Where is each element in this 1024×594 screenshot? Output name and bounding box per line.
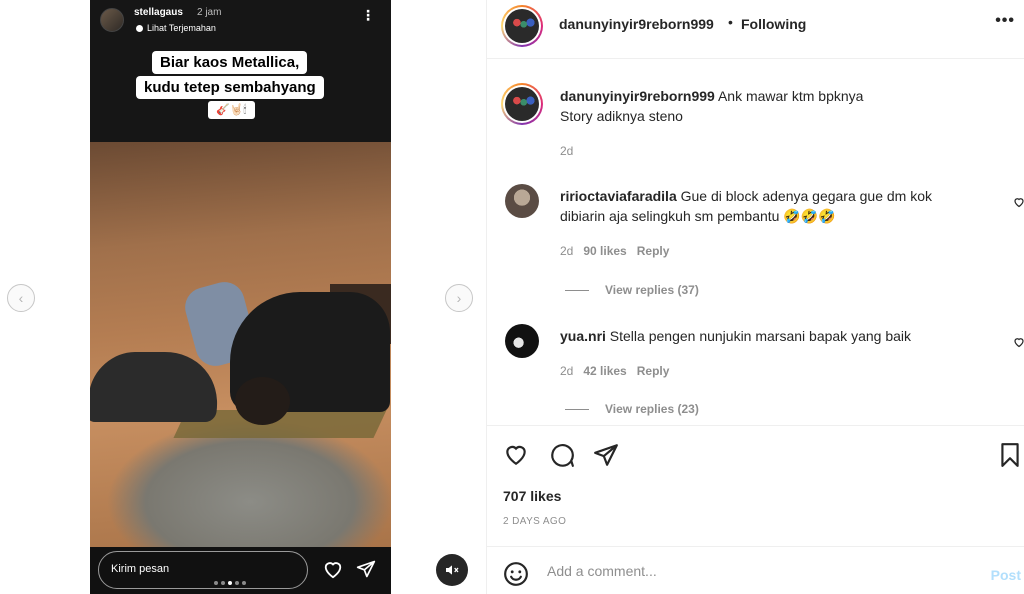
story-header-area: stellagaus 2 jam Lihat Terjemahan ⋮ Biar… [90, 0, 391, 142]
header-username[interactable]: danunyinyir9reborn999 [559, 16, 714, 32]
bookmark-icon[interactable] [999, 442, 1021, 468]
view-replies-button[interactable]: View replies (37) [565, 283, 699, 297]
speaker-muted-icon [446, 565, 459, 575]
avatar-inner [503, 85, 541, 123]
story-message-input: Kirim pesan [98, 551, 308, 589]
photo-person-head [235, 377, 290, 425]
previous-button[interactable]: ‹ [7, 284, 35, 312]
story-caption-line1: Biar kaos Metallica, [152, 51, 308, 74]
comments-list[interactable]: danunyinyir9reborn999 Ank mawar ktm bpkn… [487, 60, 1024, 424]
header-separator: • [728, 14, 733, 30]
story-translate-label: Lihat Terjemahan [147, 23, 216, 33]
avatar-inner [503, 7, 541, 45]
following-button[interactable]: Following [741, 16, 806, 32]
story-caption-emoji: 🎸🤘🏻🕯 [208, 101, 255, 119]
avatar-image [505, 87, 539, 121]
comment-avatar[interactable] [505, 324, 539, 358]
chevron-left-icon: ‹ [18, 290, 24, 306]
comment-line2: dibiarin aja selingkuh sm pembantu 🤣🤣🤣 [560, 208, 836, 224]
like-heart-icon[interactable] [503, 442, 529, 466]
story-progress-dots [214, 581, 246, 585]
comment-text: yua.nri Stella pengen nunjukin marsani b… [560, 326, 980, 346]
comment-age: 2d [560, 244, 574, 258]
view-replies-button[interactable]: View replies (23) [565, 402, 699, 416]
instagram-post-modal: ‹ stellagaus 2 jam Lihat Terjemahan ⋮ Bi… [0, 0, 1024, 594]
post-details-panel: danunyinyir9reborn999 • Following ••• da… [486, 0, 1024, 594]
comment-line1: Stella pengen nunjukin marsani bapak yan… [609, 328, 912, 344]
comment-meta: 2d 90 likes Reply [560, 244, 669, 258]
reply-button[interactable]: Reply [637, 364, 670, 378]
add-comment-bar: Post [487, 546, 1024, 594]
media-area: ‹ stellagaus 2 jam Lihat Terjemahan ⋮ Bi… [0, 0, 486, 594]
story-time: 2 jam [197, 7, 222, 18]
caption-text: danunyinyir9reborn999 Ank mawar ktm bpkn… [560, 86, 980, 126]
comment-username[interactable]: ririoctaviafaradila [560, 188, 677, 204]
chevron-right-icon: › [456, 290, 462, 306]
dot [242, 581, 246, 585]
story-avatar [100, 8, 124, 32]
header-avatar[interactable] [501, 5, 543, 47]
story-username: stellagaus [134, 7, 183, 18]
comment-likes[interactable]: 90 likes [583, 244, 626, 258]
comment-likes[interactable]: 42 likes [583, 364, 626, 378]
story-footer: Kirim pesan [90, 547, 391, 594]
story-more-icon: ⋮ [361, 7, 375, 23]
comment-age: 2d [560, 364, 574, 378]
post-date: 2 DAYS AGO [503, 516, 567, 527]
story-translate-link: Lihat Terjemahan [136, 23, 216, 33]
comment-meta: 2d 42 likes Reply [560, 364, 669, 378]
avatar-image [505, 9, 539, 43]
emoji-icon[interactable] [503, 561, 529, 587]
likes-count[interactable]: 707 likes [503, 488, 561, 504]
dot [235, 581, 239, 585]
replies-line [565, 408, 589, 410]
comment-avatar[interactable] [505, 184, 539, 218]
caption-line1: Ank mawar ktm bpknya [717, 88, 864, 104]
comment-input[interactable] [547, 559, 967, 583]
comment-heart-icon[interactable] [1013, 196, 1024, 208]
replies-line [565, 289, 589, 291]
story-heart-icon [324, 562, 342, 579]
globe-icon [136, 24, 143, 32]
view-replies-label: View replies (23) [605, 402, 699, 416]
comment-text: ririoctaviafaradila Gue di block adenya … [560, 186, 980, 226]
story-video[interactable]: stellagaus 2 jam Lihat Terjemahan ⋮ Biar… [90, 0, 391, 594]
post-header: danunyinyir9reborn999 • Following ••• [487, 0, 1024, 59]
comment-heart-icon[interactable] [1013, 336, 1024, 348]
view-replies-label: View replies (37) [605, 283, 699, 297]
reply-button[interactable]: Reply [637, 244, 670, 258]
story-photo [90, 142, 391, 547]
dot [221, 581, 225, 585]
caption-line2: Story adiknya steno [560, 108, 683, 124]
more-options-icon[interactable]: ••• [995, 12, 1015, 30]
dot [214, 581, 218, 585]
caption-age: 2d [560, 144, 574, 158]
next-button[interactable]: › [445, 284, 473, 312]
comment-username[interactable]: yua.nri [560, 328, 606, 344]
story-caption-line2: kudu tetep sembahyang [136, 76, 324, 99]
mute-button[interactable] [436, 554, 468, 586]
comment-bubble-icon[interactable] [549, 442, 575, 468]
post-actions: 707 likes 2 DAYS AGO [487, 425, 1024, 546]
share-send-icon[interactable] [593, 442, 619, 468]
comment-line1: Gue di block adenya gegara gue dm kok [680, 188, 933, 204]
caption-avatar[interactable] [501, 83, 543, 125]
story-send-icon [356, 560, 376, 578]
post-comment-button[interactable]: Post [991, 567, 1021, 583]
dot-active [228, 581, 232, 585]
caption-username[interactable]: danunyinyir9reborn999 [560, 88, 715, 104]
